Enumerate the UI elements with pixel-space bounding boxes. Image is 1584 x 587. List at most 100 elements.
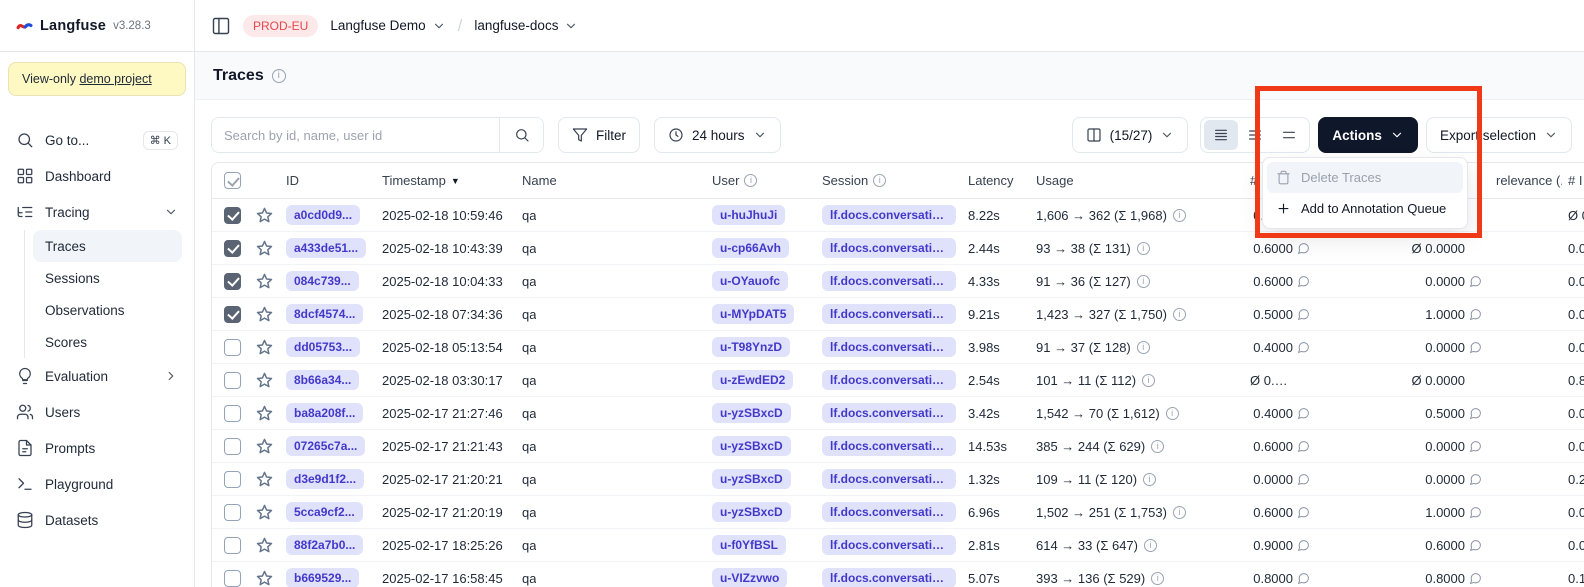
sidebar-item-scores[interactable]: Scores [33,326,182,358]
comment-bubble-icon[interactable] [1297,473,1310,486]
comment-bubble-icon[interactable] [1469,440,1482,453]
comment-bubble-icon[interactable] [1297,539,1310,552]
favorite-star-icon[interactable] [256,273,273,290]
table-row[interactable]: d3e9d1f2... 2025-02-17 21:20:21 qa u-yzS… [212,463,1584,496]
search-input[interactable] [212,118,499,152]
filter-button[interactable]: Filter [558,117,640,153]
header-timestamp[interactable]: Timestamp [382,173,446,188]
row-checkbox[interactable] [224,240,241,257]
goto-search[interactable]: Go to... ⌘ K [8,122,186,158]
table-row[interactable]: 07265c7a... 2025-02-17 21:21:43 qa u-yzS… [212,430,1584,463]
session-badge[interactable]: lf.docs.conversation... [822,271,956,291]
comment-bubble-icon[interactable] [1297,308,1310,321]
session-badge[interactable]: lf.docs.conversation... [822,205,956,225]
table-row[interactable]: a433de51... 2025-02-18 10:43:39 qa u-cp6… [212,232,1584,265]
session-badge[interactable]: lf.docs.conversation... [822,238,956,258]
session-badge[interactable]: lf.docs.conversation... [822,535,956,555]
comment-bubble-icon[interactable] [1297,506,1310,519]
favorite-star-icon[interactable] [256,471,273,488]
menu-item-delete-traces[interactable]: Delete Traces [1267,162,1463,193]
sidebar-item-users[interactable]: Users [8,394,186,430]
header-session[interactable]: Session [822,173,868,188]
header-usage[interactable]: Usage [1036,173,1074,188]
session-badge[interactable]: lf.docs.conversation... [822,469,956,489]
sidebar-item-playground[interactable]: Playground [8,466,186,502]
row-checkbox[interactable] [224,306,241,323]
row-height-large-button[interactable] [1272,120,1306,150]
sidebar-item-observations[interactable]: Observations [33,294,182,326]
table-row[interactable]: dd05753... 2025-02-18 05:13:54 qa u-T98Y… [212,331,1584,364]
comment-bubble-icon[interactable] [1297,572,1310,585]
export-selection-button[interactable]: Export selection [1426,117,1572,153]
project-selector[interactable]: langfuse-docs [474,18,578,33]
trace-id-badge[interactable]: dd05753... [286,337,360,357]
session-badge[interactable]: lf.docs.conversation... [822,337,956,357]
sidebar-item-tracing[interactable]: Tracing [8,194,186,230]
favorite-star-icon[interactable] [256,207,273,224]
favorite-star-icon[interactable] [256,504,273,521]
sidebar-item-traces[interactable]: Traces [33,230,182,262]
table-row[interactable]: ba8a208f... 2025-02-17 21:27:46 qa u-yzS… [212,397,1584,430]
comment-bubble-icon[interactable] [1469,308,1482,321]
session-badge[interactable]: lf.docs.conversation... [822,304,956,324]
trace-id-badge[interactable]: b669529... [286,568,359,587]
trace-id-badge[interactable]: a0cd0d9... [286,205,360,225]
sidebar-item-dashboard[interactable]: Dashboard [8,158,186,194]
header-score1[interactable]: # [1250,173,1257,188]
session-badge[interactable]: lf.docs.conversation... [822,370,956,390]
row-height-small-button[interactable] [1204,120,1238,150]
user-badge[interactable]: u-T98YnzD [712,337,790,357]
comment-bubble-icon[interactable] [1469,275,1482,288]
user-badge[interactable]: u-VIZzvwo [712,568,787,587]
row-checkbox[interactable] [224,438,241,455]
sort-desc-icon[interactable]: ▼ [451,176,460,186]
demo-project-link[interactable]: demo project [79,72,151,86]
comment-bubble-icon[interactable] [1297,275,1310,288]
row-checkbox[interactable] [224,537,241,554]
user-badge[interactable]: u-yzSBxcD [712,469,791,489]
session-badge[interactable]: lf.docs.conversation... [822,436,956,456]
favorite-star-icon[interactable] [256,372,273,389]
table-row[interactable]: 5cca9cf2... 2025-02-17 21:20:19 qa u-yzS… [212,496,1584,529]
comment-bubble-icon[interactable] [1297,440,1310,453]
table-row[interactable]: 88f2a7b0... 2025-02-17 18:25:26 qa u-f0Y… [212,529,1584,562]
user-badge[interactable]: u-yzSBxcD [712,502,791,522]
header-name[interactable]: Name [522,173,557,188]
row-checkbox[interactable] [224,372,241,389]
favorite-star-icon[interactable] [256,570,273,587]
favorite-star-icon[interactable] [256,438,273,455]
favorite-star-icon[interactable] [256,405,273,422]
select-all-checkbox[interactable] [224,172,241,189]
favorite-star-icon[interactable] [256,537,273,554]
user-badge[interactable]: u-cp66Avh [712,238,789,258]
row-checkbox[interactable] [224,504,241,521]
user-badge[interactable]: u-yzSBxcD [712,436,791,456]
row-checkbox[interactable] [224,471,241,488]
trace-id-badge[interactable]: 88f2a7b0... [286,535,363,555]
table-row[interactable]: 8b66a34... 2025-02-18 03:30:17 qa u-zEwd… [212,364,1584,397]
table-row[interactable]: 084c739... 2025-02-18 10:04:33 qa u-OYau… [212,265,1584,298]
trace-id-badge[interactable]: a433de51... [286,238,366,258]
comment-bubble-icon[interactable] [1469,407,1482,420]
actions-button[interactable]: Actions [1318,117,1418,153]
comment-bubble-icon[interactable] [1469,341,1482,354]
trace-id-badge[interactable]: 084c739... [286,271,359,291]
search-button[interactable] [499,118,543,152]
favorite-star-icon[interactable] [256,240,273,257]
header-last-column[interactable]: # I [1568,173,1582,188]
row-checkbox[interactable] [224,339,241,356]
user-badge[interactable]: u-zEwdED2 [712,370,793,390]
row-checkbox[interactable] [224,405,241,422]
header-relevance[interactable]: relevance (... [1496,173,1562,188]
trace-id-badge[interactable]: ba8a208f... [286,403,363,423]
header-user[interactable]: User [712,173,739,188]
table-row[interactable]: 8dcf4574... 2025-02-18 07:34:36 qa u-MYp… [212,298,1584,331]
user-badge[interactable]: u-MYpDAT5 [712,304,794,324]
trace-id-badge[interactable]: 8b66a34... [286,370,359,390]
user-badge[interactable]: u-OYauofc [712,271,788,291]
trace-id-badge[interactable]: 5cca9cf2... [286,502,363,522]
trace-id-badge[interactable]: 07265c7a... [286,436,365,456]
row-checkbox[interactable] [224,273,241,290]
user-badge[interactable]: u-yzSBxcD [712,403,791,423]
comment-bubble-icon[interactable] [1297,242,1310,255]
